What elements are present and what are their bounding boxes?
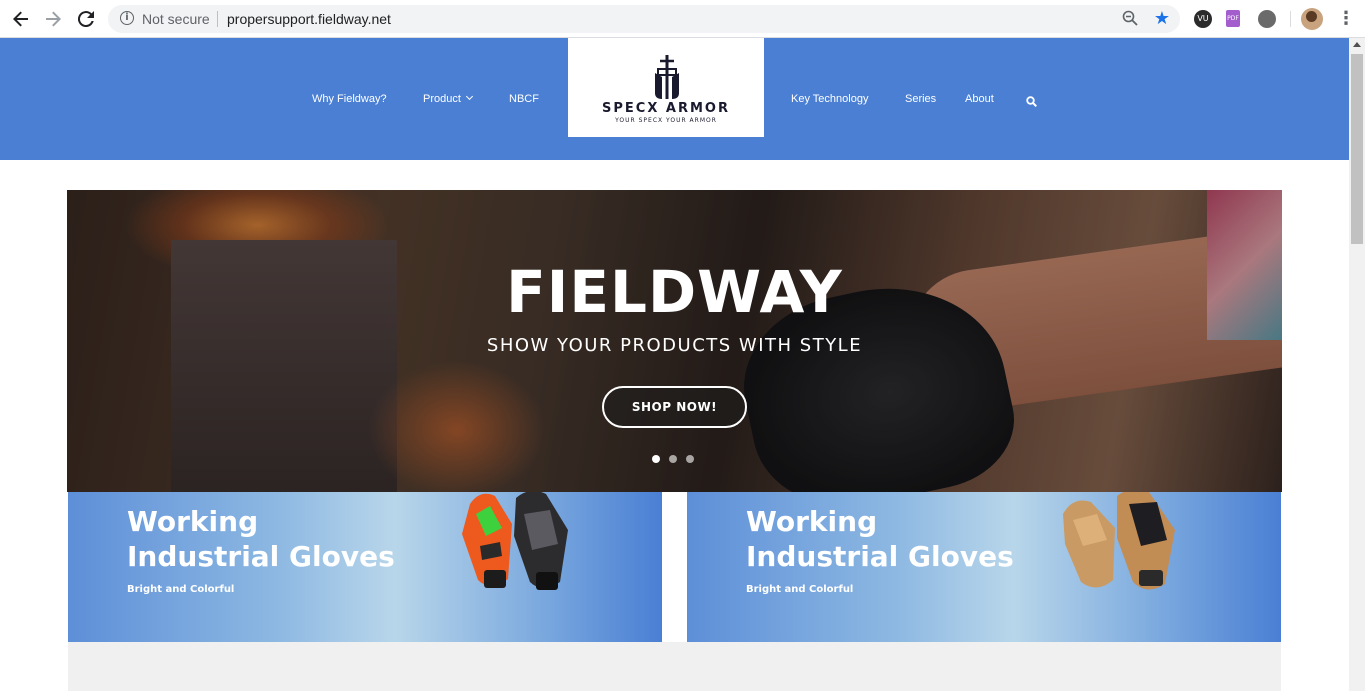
promo-subtitle: Bright and Colorful — [127, 584, 235, 595]
scrollbar-thumb[interactable] — [1351, 54, 1363, 244]
back-icon[interactable] — [10, 8, 32, 30]
chevron-down-icon — [465, 92, 473, 101]
colorful-gloves-image — [462, 492, 568, 590]
menu-kebab-icon[interactable]: ⋮ — [1337, 8, 1355, 30]
promo-subtitle: Bright and Colorful — [746, 584, 854, 595]
site-header: Why Fieldway? Product NBCF SPECX ARMOR Y… — [0, 38, 1349, 160]
security-label[interactable]: Not secure — [142, 11, 210, 27]
site-logo[interactable]: SPECX ARMOR YOUR SPECX YOUR ARMOR — [568, 38, 764, 137]
promo-title-line2: Industrial Gloves — [746, 540, 1014, 573]
logo-emblem-icon — [655, 55, 679, 99]
browser-toolbar: i Not secure propersupport.fieldway.net … — [0, 0, 1365, 38]
nav-series[interactable]: Series — [905, 93, 936, 105]
nav-nbcf[interactable]: NBCF — [509, 93, 539, 105]
promo-banner-right[interactable]: Working Industrial Gloves Bright and Col… — [687, 492, 1281, 642]
slider-dot-1[interactable] — [652, 455, 660, 463]
url-text[interactable]: propersupport.fieldway.net — [227, 11, 391, 27]
reload-icon[interactable] — [75, 8, 97, 30]
address-bar[interactable]: i Not secure propersupport.fieldway.net … — [108, 5, 1180, 33]
bookmark-star-icon[interactable]: ★ — [1154, 8, 1170, 29]
hero-title: FIELDWAY — [506, 258, 843, 326]
promo-title: Working Industrial Gloves — [746, 504, 1014, 574]
slider-dot-2[interactable] — [669, 455, 677, 463]
scroll-up-arrow-icon[interactable] — [1353, 42, 1361, 47]
nav-key-technology[interactable]: Key Technology — [791, 93, 868, 105]
shop-now-button[interactable]: SHOP NOW! — [602, 386, 747, 428]
forward-icon[interactable] — [42, 8, 64, 30]
zoom-icon[interactable] — [1122, 10, 1140, 28]
nav-product[interactable]: Product — [423, 92, 473, 105]
leather-gloves-image — [1063, 492, 1175, 590]
promo-title-line2: Industrial Gloves — [127, 540, 395, 573]
extension-pdf-icon[interactable]: PDF — [1226, 10, 1240, 27]
promo-title: Working Industrial Gloves — [127, 504, 395, 574]
promo-title-line1: Working — [127, 505, 259, 538]
promo-banner-left[interactable]: Working Industrial Gloves Bright and Col… — [68, 492, 662, 642]
promo-title-line1: Working — [746, 505, 878, 538]
search-icon[interactable] — [1026, 94, 1038, 108]
toolbar-divider — [1290, 11, 1291, 27]
profile-avatar[interactable] — [1301, 8, 1323, 30]
extension-circle-icon[interactable] — [1258, 10, 1276, 28]
hero-slider: FIELDWAY SHOW YOUR PRODUCTS WITH STYLE S… — [67, 190, 1282, 492]
slider-dots — [652, 455, 702, 463]
info-icon[interactable]: i — [120, 11, 134, 25]
content-section — [68, 642, 1281, 691]
logo-tagline: YOUR SPECX YOUR ARMOR — [615, 117, 717, 124]
slider-dot-3[interactable] — [686, 455, 694, 463]
hero-subtitle: SHOW YOUR PRODUCTS WITH STYLE — [486, 335, 863, 356]
nav-why-fieldway[interactable]: Why Fieldway? — [312, 93, 387, 105]
address-divider — [217, 11, 218, 27]
logo-name: SPECX ARMOR — [602, 101, 730, 116]
nav-about[interactable]: About — [965, 93, 994, 105]
nav-product-label: Product — [423, 93, 461, 105]
extension-vu-icon[interactable]: VU — [1194, 10, 1212, 28]
page-scrollbar[interactable] — [1349, 38, 1365, 691]
